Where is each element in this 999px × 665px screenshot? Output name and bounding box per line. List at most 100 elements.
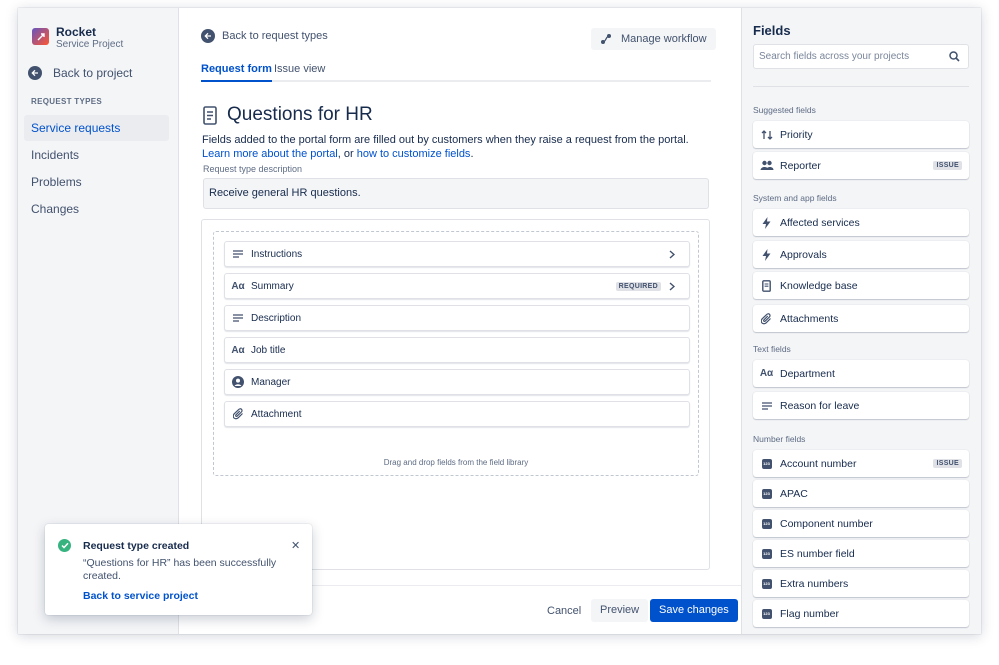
- number-icon: 123: [761, 578, 772, 589]
- arrow-left-icon: [201, 29, 215, 43]
- form-field-attachment[interactable]: Attachment: [224, 401, 690, 427]
- field-item-component-number[interactable]: 123 Component number: [753, 510, 969, 537]
- page-title: Questions for HR: [227, 104, 373, 125]
- save-changes-button[interactable]: Save changes: [650, 599, 738, 622]
- manage-workflow-button[interactable]: Manage workflow: [591, 28, 716, 50]
- field-item-department[interactable]: Aα Department: [753, 360, 969, 387]
- request-type-description-label: Request type description: [203, 164, 303, 174]
- user-icon: [225, 376, 251, 388]
- learn-more-link[interactable]: Learn more about the portal: [202, 148, 338, 160]
- field-item-reason-for-leave[interactable]: Reason for leave: [753, 392, 969, 419]
- form-field-summary[interactable]: Aα Summary REQUIRED: [224, 273, 690, 299]
- close-icon[interactable]: ✕: [291, 539, 300, 552]
- number-icon: 123: [761, 548, 772, 559]
- portal-form-card: Instructions Aα Summary REQUIRED Descrip…: [201, 219, 710, 570]
- check-circle-icon: [58, 539, 71, 552]
- group-suggested-fields: Suggested fields: [753, 105, 816, 115]
- toast-title: Request type created: [83, 540, 190, 552]
- field-item-extra-numbers[interactable]: 123 Extra numbers: [753, 570, 969, 597]
- field-item-label: ES number field: [780, 547, 855, 560]
- back-to-request-types-label: Back to request types: [222, 30, 328, 42]
- nav-item-incidents[interactable]: Incidents: [24, 142, 169, 168]
- form-field-description[interactable]: Description: [224, 305, 690, 331]
- rocket-logo-icon: [32, 28, 49, 45]
- manage-workflow-label: Manage workflow: [621, 33, 707, 45]
- request-types-heading: REQUEST TYPES: [31, 97, 103, 106]
- period-text: .: [470, 148, 474, 160]
- field-item-label: APAC: [780, 487, 808, 500]
- nav-item-changes[interactable]: Changes: [24, 196, 169, 222]
- group-system-app-fields: System and app fields: [753, 193, 837, 203]
- request-types-nav: Service requests Incidents Problems Chan…: [24, 115, 169, 223]
- field-dropzone[interactable]: Instructions Aα Summary REQUIRED Descrip…: [213, 231, 699, 476]
- field-item-label: Knowledge base: [780, 279, 858, 292]
- field-item-flag-number[interactable]: 123 Flag number: [753, 600, 969, 627]
- toast-message: “Questions for HR” has been successfully…: [83, 557, 277, 582]
- group-text-fields: Text fields: [753, 344, 791, 354]
- cancel-button[interactable]: Cancel: [539, 600, 589, 622]
- fields-panel: Fields Search fields across your project…: [741, 8, 981, 634]
- required-badge: REQUIRED: [615, 281, 661, 291]
- group-number-fields: Number fields: [753, 434, 806, 444]
- form-icon: [203, 105, 217, 125]
- project-header[interactable]: Rocket Service Project: [32, 26, 123, 52]
- field-item-apac[interactable]: 123 APAC: [753, 480, 969, 507]
- tab-issue-view[interactable]: Issue view: [274, 63, 325, 82]
- title-row: Questions for HR: [203, 104, 373, 126]
- form-field-instructions[interactable]: Instructions: [224, 241, 690, 267]
- field-item-label: Approvals: [780, 248, 827, 261]
- back-to-project-label: Back to project: [53, 66, 133, 80]
- preview-button[interactable]: Preview: [591, 599, 649, 622]
- field-item-es-number-field[interactable]: 123 ES number field: [753, 540, 969, 567]
- paperclip-icon: [753, 312, 780, 325]
- lightning-icon: [753, 216, 780, 229]
- field-label: Manager: [251, 376, 291, 388]
- workflow-icon: [601, 34, 611, 44]
- field-item-label: Reporter: [780, 159, 821, 172]
- drop-hint: Drag and drop fields from the field libr…: [383, 458, 529, 467]
- nav-item-service-requests[interactable]: Service requests: [24, 115, 169, 141]
- search-placeholder: Search fields across your projects: [759, 51, 910, 62]
- fields-panel-title: Fields: [753, 23, 791, 38]
- priority-icon: [753, 129, 780, 140]
- field-label: Instructions: [251, 248, 303, 260]
- chevron-right-icon[interactable]: [669, 249, 683, 259]
- field-item-label: Extra numbers: [780, 577, 849, 590]
- tab-bar: Request form Issue view: [201, 63, 711, 82]
- field-item-label: Affected services: [780, 216, 860, 229]
- form-field-job-title[interactable]: Aα Job title: [224, 337, 690, 363]
- or-text: , or: [337, 148, 357, 160]
- field-search-input[interactable]: Search fields across your projects: [753, 44, 969, 69]
- lines-icon: [225, 250, 251, 258]
- back-to-request-types-link[interactable]: Back to request types: [201, 29, 328, 43]
- field-item-approvals[interactable]: Approvals: [753, 241, 969, 268]
- field-label: Job title: [251, 344, 286, 356]
- field-item-account-number[interactable]: 123 Account number ISSUE: [753, 450, 969, 477]
- back-to-service-project-link[interactable]: Back to service project: [83, 590, 198, 602]
- project-type: Service Project: [56, 39, 124, 50]
- description-text: Fields added to the portal form are fill…: [202, 134, 689, 146]
- issue-badge: ISSUE: [933, 459, 962, 468]
- number-icon: 123: [761, 608, 772, 619]
- field-item-knowledge-base[interactable]: Knowledge base: [753, 272, 969, 299]
- field-item-affected-services[interactable]: Affected services: [753, 209, 969, 236]
- field-label: Description: [251, 312, 302, 324]
- field-item-priority[interactable]: Priority: [753, 121, 969, 148]
- form-field-manager[interactable]: Manager: [224, 369, 690, 395]
- field-label: Summary: [251, 280, 294, 292]
- chevron-right-icon[interactable]: [669, 281, 683, 291]
- text-aa-icon: Aα: [231, 344, 245, 356]
- request-type-description-input[interactable]: Receive general HR questions.: [203, 178, 709, 209]
- field-item-label: Account number: [780, 457, 857, 470]
- text-aa-icon: Aα: [759, 368, 774, 379]
- nav-item-problems[interactable]: Problems: [24, 169, 169, 195]
- issue-badge: ISSUE: [933, 161, 962, 170]
- form-description: Fields added to the portal form are fill…: [202, 133, 707, 161]
- tab-request-form[interactable]: Request form: [201, 63, 272, 82]
- field-item-label: Department: [780, 367, 835, 380]
- customize-fields-link[interactable]: how to customize fields: [357, 148, 471, 160]
- text-aa-icon: Aα: [231, 280, 245, 292]
- back-to-project-link[interactable]: Back to project: [28, 66, 132, 80]
- field-item-reporter[interactable]: Reporter ISSUE: [753, 152, 969, 179]
- field-item-attachments[interactable]: Attachments: [753, 305, 969, 332]
